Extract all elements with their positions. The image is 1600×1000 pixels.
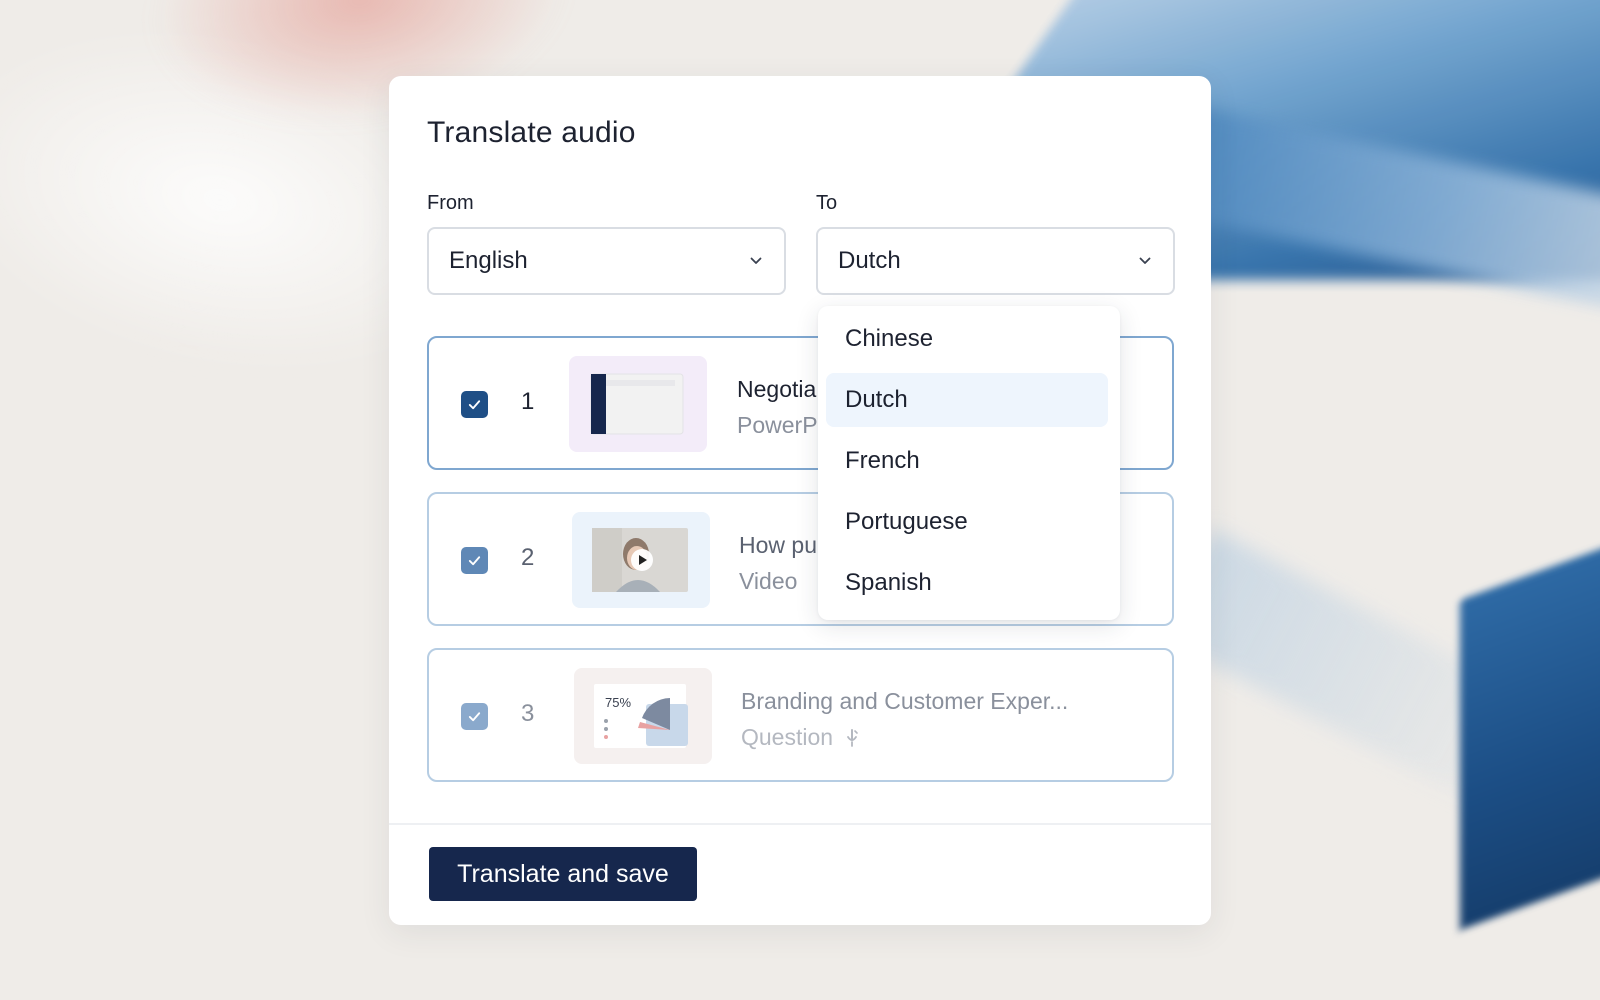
item-checkbox[interactable] bbox=[461, 703, 488, 730]
dropdown-option-dutch[interactable]: Dutch bbox=[826, 373, 1108, 427]
slide-thumbnail-icon bbox=[569, 356, 707, 452]
check-icon bbox=[468, 556, 481, 566]
from-language-value: English bbox=[449, 247, 528, 274]
dropdown-option-chinese[interactable]: Chinese bbox=[826, 312, 1108, 366]
chevron-down-icon bbox=[750, 257, 762, 264]
item-type: PowerP bbox=[737, 412, 818, 439]
item-checkbox[interactable] bbox=[461, 547, 488, 574]
item-number: 3 bbox=[521, 700, 535, 727]
item-checkbox[interactable] bbox=[461, 391, 488, 418]
list-item[interactable]: 3 75% Branding and Customer Exper... Que… bbox=[427, 648, 1174, 782]
chevron-down-icon bbox=[1139, 257, 1151, 264]
dropdown-option-french[interactable]: French bbox=[826, 434, 1108, 488]
from-language-select[interactable]: English bbox=[427, 227, 786, 295]
item-number: 1 bbox=[521, 388, 535, 415]
item-number: 2 bbox=[521, 544, 535, 571]
video-thumbnail-icon bbox=[572, 512, 710, 608]
microphone-icon bbox=[847, 728, 858, 747]
item-title: How pu bbox=[739, 532, 817, 558]
footer-divider bbox=[389, 823, 1211, 825]
to-language-select[interactable]: Dutch bbox=[816, 227, 1175, 295]
item-title: Negotia bbox=[737, 376, 817, 402]
to-label: To bbox=[816, 192, 838, 214]
item-type-label: PowerP bbox=[737, 412, 818, 438]
chart-thumbnail-icon: 75% bbox=[574, 668, 712, 764]
item-type-label: Question bbox=[741, 724, 834, 750]
check-icon bbox=[468, 400, 481, 410]
to-language-value: Dutch bbox=[838, 247, 901, 274]
dropdown-option-portuguese[interactable]: Portuguese bbox=[826, 495, 1108, 549]
translate-and-save-button[interactable]: Translate and save bbox=[429, 847, 697, 901]
from-label: From bbox=[427, 192, 474, 214]
dropdown-option-spanish[interactable]: Spanish bbox=[826, 556, 1108, 610]
item-type: Video bbox=[739, 568, 797, 595]
thumb-percent: 75% bbox=[605, 695, 632, 710]
item-type: Question bbox=[741, 724, 861, 751]
item-type-label: Video bbox=[739, 568, 798, 594]
modal-title: Translate audio bbox=[427, 116, 636, 149]
check-icon bbox=[468, 712, 481, 722]
item-title: Branding and Customer Exper... bbox=[741, 688, 1069, 714]
background-shape bbox=[1460, 519, 1600, 931]
language-dropdown-menu: Chinese Dutch French Portuguese Spanish bbox=[818, 306, 1120, 620]
